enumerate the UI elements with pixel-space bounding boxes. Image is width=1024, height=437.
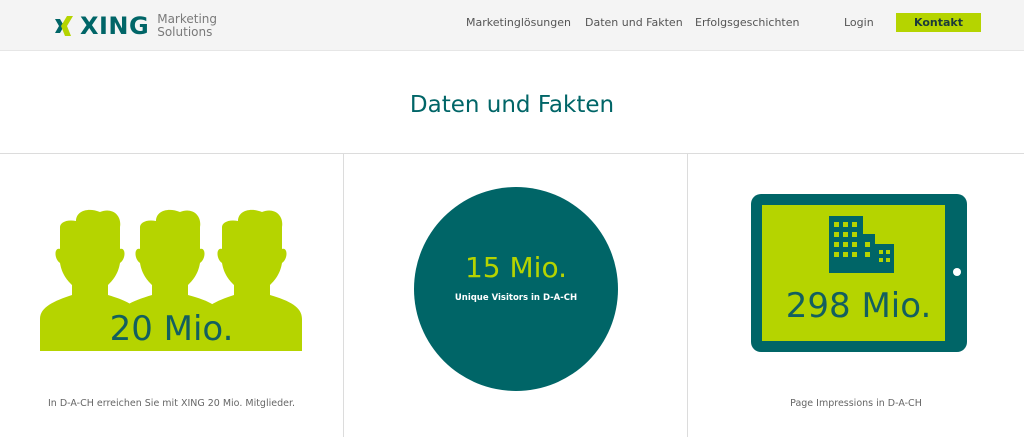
- visitors-circle: 15 Mio. Unique Visitors in D-A-CH: [414, 187, 618, 391]
- fact-impressions: 298 Mio. Page Impressions in D-A-CH: [688, 154, 1024, 437]
- page-title: Daten und Fakten: [409, 92, 615, 118]
- nav-item-marketingloesungen[interactable]: Marketinglösungen: [466, 16, 571, 30]
- impressions-value: 298 Mio.: [785, 286, 932, 326]
- nav-item-erfolgsgeschichten[interactable]: Erfolgsgeschichten: [695, 16, 799, 30]
- members-value: 20 Mio.: [109, 309, 234, 349]
- nav-item-daten-und-fakten[interactable]: Daten und Fakten: [585, 16, 683, 30]
- fact-visitors: 15 Mio. Unique Visitors in D-A-CH: [344, 154, 687, 437]
- fact-members: 20 Mio. In D-A-CH erreichen Sie mit XING…: [0, 154, 343, 437]
- site-header: XING Marketing Solutions Marketinglösung…: [0, 0, 1024, 51]
- contact-button[interactable]: Kontakt: [896, 13, 981, 32]
- members-caption: In D-A-CH erreichen Sie mit XING 20 Mio.…: [47, 398, 296, 409]
- tablet-icon: [751, 194, 967, 352]
- visitors-caption: Unique Visitors in D-A-CH: [454, 293, 578, 303]
- impressions-caption: Page Impressions in D-A-CH: [790, 398, 922, 409]
- visitors-value: 15 Mio.: [464, 251, 567, 284]
- login-link[interactable]: Login: [844, 16, 874, 30]
